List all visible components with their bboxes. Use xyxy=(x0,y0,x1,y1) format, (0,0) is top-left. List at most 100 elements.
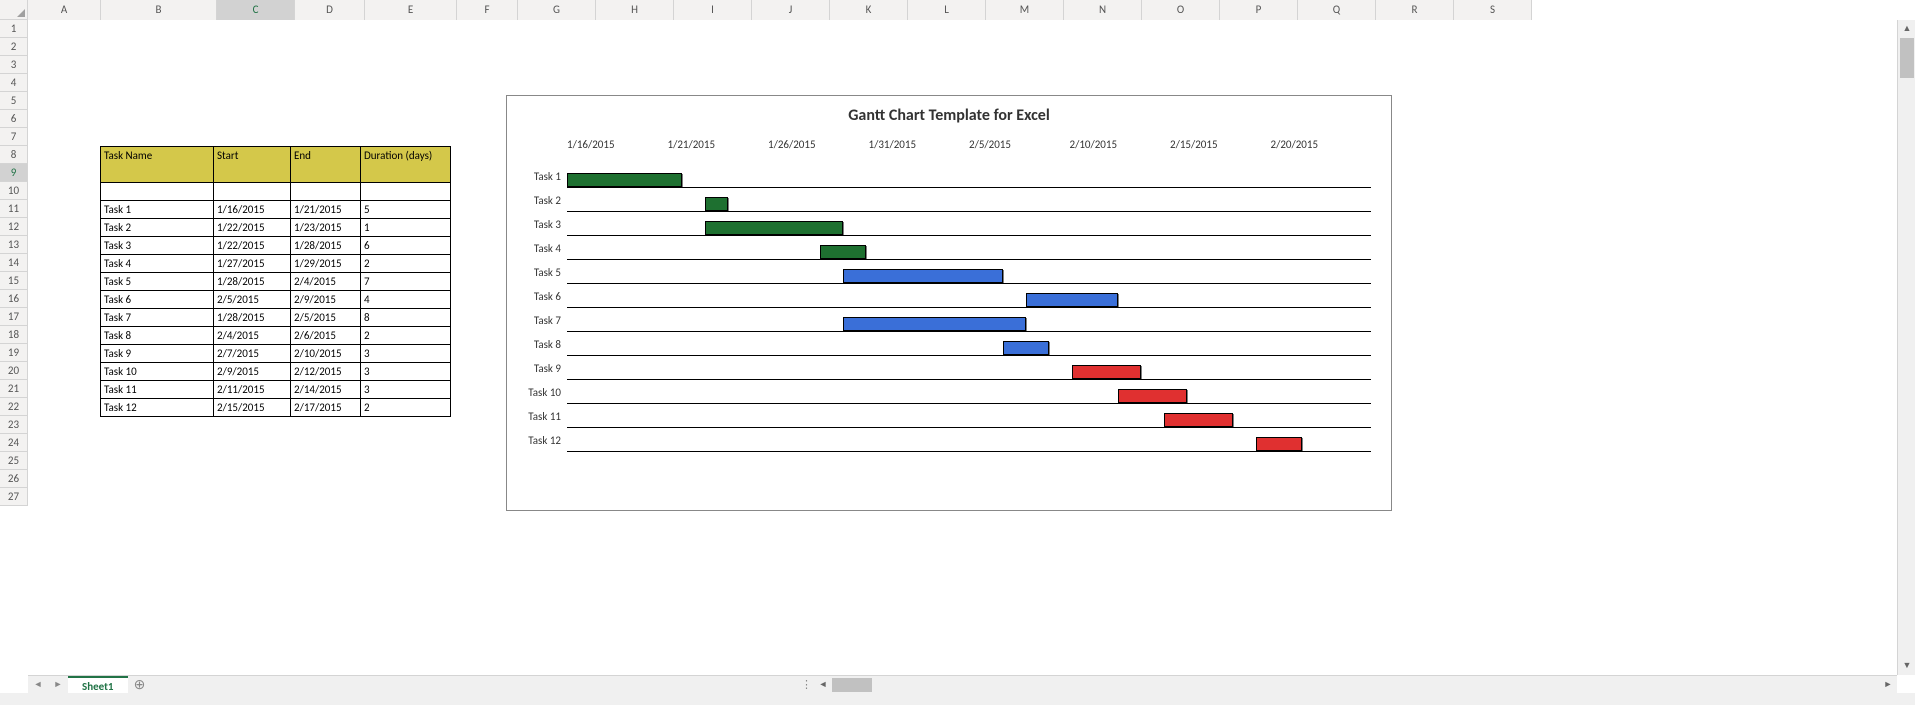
row-header-2[interactable]: 2 xyxy=(0,38,28,56)
column-header-A[interactable]: A xyxy=(28,0,101,20)
cell-dur[interactable]: 5 xyxy=(361,201,451,219)
row-header-5[interactable]: 5 xyxy=(0,92,28,110)
table-row[interactable]: Task 41/27/20151/29/20152 xyxy=(101,255,451,273)
gantt-bar[interactable] xyxy=(567,173,682,187)
scroll-right-icon[interactable]: ► xyxy=(1879,676,1897,694)
table-row[interactable]: Task 102/9/20152/12/20153 xyxy=(101,363,451,381)
cell-start[interactable]: 1/22/2015 xyxy=(214,237,291,255)
column-header-J[interactable]: J xyxy=(752,0,830,20)
gantt-bar[interactable] xyxy=(843,317,1027,331)
gantt-bar[interactable] xyxy=(705,197,728,211)
table-row[interactable]: Task 51/28/20152/4/20157 xyxy=(101,273,451,291)
table-row[interactable] xyxy=(101,183,451,201)
add-sheet-button[interactable]: ⊕ xyxy=(128,676,152,693)
cell-name[interactable]: Task 3 xyxy=(101,237,214,255)
row-header-13[interactable]: 13 xyxy=(0,236,28,254)
header-task-name[interactable]: Task Name xyxy=(101,147,214,183)
select-all-corner[interactable] xyxy=(0,0,28,20)
table-row[interactable]: Task 31/22/20151/28/20156 xyxy=(101,237,451,255)
row-header-27[interactable]: 27 xyxy=(0,488,28,506)
cell-dur[interactable]: 3 xyxy=(361,381,451,399)
column-header-G[interactable]: G xyxy=(518,0,596,20)
cell-end[interactable]: 2/6/2015 xyxy=(291,327,361,345)
cell-start[interactable]: 1/22/2015 xyxy=(214,219,291,237)
cell-end[interactable]: 1/28/2015 xyxy=(291,237,361,255)
gantt-bar[interactable] xyxy=(1003,341,1049,355)
row-header-9[interactable]: 9 xyxy=(0,164,28,182)
row-header-18[interactable]: 18 xyxy=(0,326,28,344)
row-header-15[interactable]: 15 xyxy=(0,272,28,290)
cell-end[interactable]: 1/29/2015 xyxy=(291,255,361,273)
cell-dur[interactable]: 6 xyxy=(361,237,451,255)
cell-name[interactable]: Task 10 xyxy=(101,363,214,381)
vscroll-thumb[interactable] xyxy=(1900,38,1914,78)
sheet-tab-active[interactable]: Sheet1 xyxy=(68,676,128,694)
scroll-left-icon[interactable]: ◄ xyxy=(814,676,832,694)
header-duration[interactable]: Duration (days) xyxy=(361,147,451,183)
vertical-scrollbar[interactable]: ▲ ▼ xyxy=(1897,20,1915,675)
cell-name[interactable]: Task 5 xyxy=(101,273,214,291)
header-end[interactable]: End xyxy=(291,147,361,183)
cell-name[interactable]: Task 7 xyxy=(101,309,214,327)
cell-start[interactable]: 2/7/2015 xyxy=(214,345,291,363)
gantt-bar[interactable] xyxy=(820,245,866,259)
table-row[interactable]: Task 62/5/20152/9/20154 xyxy=(101,291,451,309)
cell-end[interactable] xyxy=(291,183,361,201)
column-header-S[interactable]: S xyxy=(1454,0,1532,20)
cell-name[interactable]: Task 4 xyxy=(101,255,214,273)
cell-name[interactable]: Task 6 xyxy=(101,291,214,309)
table-row[interactable]: Task 122/15/20152/17/20152 xyxy=(101,399,451,417)
cell-dur[interactable]: 4 xyxy=(361,291,451,309)
row-header-4[interactable]: 4 xyxy=(0,74,28,92)
cell-start[interactable]: 1/27/2015 xyxy=(214,255,291,273)
column-header-L[interactable]: L xyxy=(908,0,986,20)
cell-end[interactable]: 2/12/2015 xyxy=(291,363,361,381)
table-row[interactable]: Task 112/11/20152/14/20153 xyxy=(101,381,451,399)
row-header-24[interactable]: 24 xyxy=(0,434,28,452)
scroll-down-icon[interactable]: ▼ xyxy=(1898,657,1915,675)
cell-start[interactable]: 2/15/2015 xyxy=(214,399,291,417)
hscroll-grip-icon[interactable]: ⋮ xyxy=(800,678,814,691)
gantt-bar[interactable] xyxy=(1164,413,1233,427)
table-row[interactable]: Task 11/16/20151/21/20155 xyxy=(101,201,451,219)
column-header-E[interactable]: E xyxy=(365,0,457,20)
spreadsheet-grid[interactable]: Task Name Start End Duration (days) Task… xyxy=(28,20,1897,675)
row-header-7[interactable]: 7 xyxy=(0,128,28,146)
cell-end[interactable]: 2/17/2015 xyxy=(291,399,361,417)
cell-start[interactable]: 1/16/2015 xyxy=(214,201,291,219)
gantt-bar[interactable] xyxy=(1072,365,1141,379)
row-header-3[interactable]: 3 xyxy=(0,56,28,74)
gantt-bar[interactable] xyxy=(705,221,843,235)
row-header-19[interactable]: 19 xyxy=(0,344,28,362)
cell-start[interactable]: 2/11/2015 xyxy=(214,381,291,399)
cell-name[interactable] xyxy=(101,183,214,201)
horizontal-scrollbar[interactable]: ⋮ ◄ ► xyxy=(800,675,1897,693)
row-header-25[interactable]: 25 xyxy=(0,452,28,470)
cell-start[interactable]: 2/5/2015 xyxy=(214,291,291,309)
row-header-14[interactable]: 14 xyxy=(0,254,28,272)
cell-name[interactable]: Task 11 xyxy=(101,381,214,399)
cell-dur[interactable]: 2 xyxy=(361,255,451,273)
table-row[interactable]: Task 21/22/20151/23/20151 xyxy=(101,219,451,237)
gantt-chart[interactable]: Gantt Chart Template for Excel 1/16/2015… xyxy=(506,95,1392,511)
column-header-K[interactable]: K xyxy=(830,0,908,20)
tab-nav-buttons[interactable]: ◄ ► xyxy=(28,679,68,690)
tab-prev-icon[interactable]: ◄ xyxy=(34,679,43,690)
cell-start[interactable] xyxy=(214,183,291,201)
column-header-P[interactable]: P xyxy=(1220,0,1298,20)
row-header-10[interactable]: 10 xyxy=(0,182,28,200)
cell-dur[interactable]: 3 xyxy=(361,363,451,381)
column-header-M[interactable]: M xyxy=(986,0,1064,20)
cell-end[interactable]: 2/10/2015 xyxy=(291,345,361,363)
column-header-Q[interactable]: Q xyxy=(1298,0,1376,20)
hscroll-thumb[interactable] xyxy=(832,678,872,692)
tab-next-icon[interactable]: ► xyxy=(54,679,63,690)
row-header-8[interactable]: 8 xyxy=(0,146,28,164)
cell-end[interactable]: 2/4/2015 xyxy=(291,273,361,291)
table-row[interactable]: Task 71/28/20152/5/20158 xyxy=(101,309,451,327)
column-header-H[interactable]: H xyxy=(596,0,674,20)
cell-end[interactable]: 2/5/2015 xyxy=(291,309,361,327)
row-header-11[interactable]: 11 xyxy=(0,200,28,218)
column-header-O[interactable]: O xyxy=(1142,0,1220,20)
cell-end[interactable]: 1/21/2015 xyxy=(291,201,361,219)
